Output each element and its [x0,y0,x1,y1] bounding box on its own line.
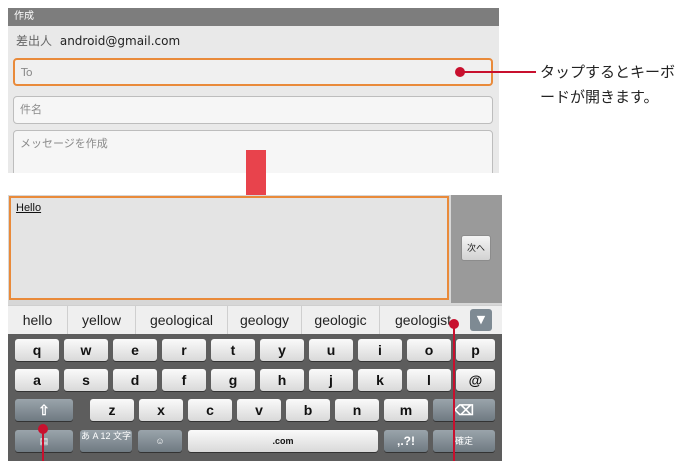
keyboard: q w e r t y u i o p a s d f g h j k l @ … [8,334,502,461]
suggestion-item[interactable]: geology [228,306,302,334]
settings-callout-line [42,430,44,461]
key-x[interactable]: x [139,399,183,421]
from-row: 差出人 android@gmail.com [16,32,180,49]
callout-text: タップするとキーボードが開きます。 [540,63,676,106]
next-button[interactable]: 次へ [461,235,491,261]
key-j[interactable]: j [309,369,353,391]
key-y[interactable]: y [260,339,304,361]
key-v[interactable]: v [237,399,281,421]
key-z[interactable]: z [90,399,134,421]
key-m[interactable]: m [384,399,428,421]
key-q[interactable]: q [15,339,59,361]
key-p[interactable]: p [456,339,495,361]
typed-text: Hello [16,202,42,214]
callout-line [462,71,536,73]
key-u[interactable]: u [309,339,353,361]
key-a[interactable]: a [15,369,59,391]
suggestion-bar: hello yellow geological geology geologic… [8,305,502,334]
key-w[interactable]: w [64,339,108,361]
mode-key[interactable]: あ A 12 文字 [80,430,132,452]
suggestion-callout-line [453,325,455,461]
key-at[interactable]: @ [456,369,495,391]
subject-field[interactable]: 件名 [13,96,493,124]
compose-screen: 作成 差出人 android@gmail.com To 件名 メッセージを作成 [8,8,499,173]
key-l[interactable]: l [407,369,451,391]
key-r[interactable]: r [162,339,206,361]
key-t[interactable]: t [211,339,255,361]
suggestion-item[interactable]: geologic [302,306,380,334]
key-c[interactable]: c [188,399,232,421]
from-label: 差出人 [16,34,53,48]
suggestion-item[interactable]: yellow [68,306,136,334]
key-k[interactable]: k [358,369,402,391]
emoji-icon[interactable]: ☺ [138,430,182,452]
key-d[interactable]: d [113,369,157,391]
key-i[interactable]: i [358,339,402,361]
key-f[interactable]: f [162,369,206,391]
suggestion-item[interactable]: geological [136,306,228,334]
key-s[interactable]: s [64,369,108,391]
to-field[interactable]: To [13,58,493,86]
side-panel: 次へ [451,195,502,303]
compose-title: 作成 [8,8,499,26]
key-n[interactable]: n [335,399,379,421]
key-g[interactable]: g [211,369,255,391]
punctuation-key[interactable]: ,.?! [384,430,428,452]
suggestion-item[interactable]: hello [8,306,68,334]
backspace-icon[interactable]: ⌫ [433,399,495,421]
chevron-down-icon[interactable]: ▼ [470,309,492,331]
key-e[interactable]: e [113,339,157,361]
key-h[interactable]: h [260,369,304,391]
space-key[interactable]: .com [188,430,378,452]
keyboard-screen: Hello 次へ hello yellow geological geology… [8,195,502,461]
from-address: android@gmail.com [59,34,181,48]
key-o[interactable]: o [407,339,451,361]
shift-arrow-icon[interactable]: ⇧ [15,399,73,421]
enter-key[interactable]: 確定 [433,430,495,452]
key-b[interactable]: b [286,399,330,421]
message-editor[interactable]: Hello [9,196,449,300]
